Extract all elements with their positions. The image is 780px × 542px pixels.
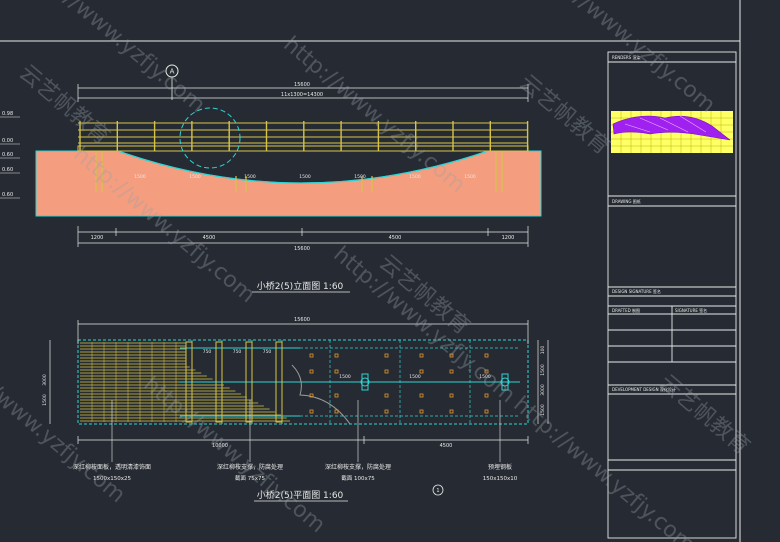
- elev-inner-dim: 1500: [244, 174, 256, 180]
- bolt-mark: [419, 353, 424, 358]
- bolt-mark: [449, 409, 454, 414]
- elev-inner-dim: 1500: [189, 174, 201, 180]
- render-thumbnail: [611, 111, 733, 153]
- bolt-mark: [309, 353, 314, 358]
- bolt-mark: [419, 369, 424, 374]
- plan-bottom-dimensions: 10000 4500: [212, 443, 452, 449]
- bolt-mark: [384, 409, 389, 414]
- tb-label-development: DEVELOPMENT DESIGN 深化设计: [612, 387, 676, 392]
- elevation-title: 小桥2(5)立面图 1:60: [257, 280, 344, 292]
- cad-drawing-canvas: A 15600 11x1300=14300 1500 1500 1500 1500 15…: [0, 0, 780, 542]
- bolt-mark: [484, 353, 489, 358]
- plan-top-dim: 750: [203, 349, 212, 355]
- watermark-text: http://www.yzfjy.com: [279, 32, 470, 198]
- elev-inner-dim: 1500: [299, 174, 311, 180]
- cut-curve: [291, 364, 351, 425]
- bolt-mark: [449, 393, 454, 398]
- plan-right-dim: 3000: [540, 384, 546, 396]
- plan-view: 15600 750 750 750 1500 1500 1500 1500 3000 10…: [42, 317, 549, 482]
- bridge-deck: [77, 145, 529, 152]
- plan-top-dimensions: 750 750 750: [203, 349, 272, 355]
- elev-inner-dim: 1500: [354, 174, 366, 180]
- plan-right-dim: 100: [540, 346, 546, 355]
- drawing-svg: A 15600 11x1300=14300 1500 1500 1500 1500 15…: [0, 0, 754, 542]
- handrail: [78, 122, 528, 144]
- elev-inner-dim: 1500: [409, 174, 421, 180]
- plan-right-dim: 1500: [540, 364, 546, 376]
- bolt-mark: [334, 353, 339, 358]
- elev-dim-bottom: 15600: [294, 246, 310, 252]
- watermark-text: 云艺帆教育: [14, 60, 114, 150]
- watermark-text: http://www.yzfjy.com: [509, 392, 700, 542]
- bolt-mark: [419, 409, 424, 414]
- bottom-dimensions: 1200 4500 4500 1200: [91, 235, 515, 241]
- plan-inner-dim: 1500: [339, 374, 351, 380]
- tb-label-design-signature: DESIGN SIGNATURE 签名: [612, 289, 661, 294]
- level-mark: 0.98: [2, 111, 13, 117]
- bolt-mark: [484, 409, 489, 414]
- plan-section-marker-number: 1: [436, 488, 439, 494]
- annotation-line1: 预埋钢板: [488, 463, 512, 471]
- elev-bottom-dim: 4500: [203, 235, 216, 241]
- tb-label-drafted: DRAFTED 制图: [612, 308, 640, 313]
- elev-bottom-dim: 1200: [502, 235, 515, 241]
- detail-circle: [179, 107, 241, 169]
- tb-label-drawing: DRAWING 图纸: [612, 199, 641, 204]
- bolt-mark: [384, 393, 389, 398]
- annotation-line1: 深红柳桉支撑，防腐处理: [325, 463, 391, 471]
- bolt-mark: [309, 409, 314, 414]
- plan-dim-top: 15600: [294, 317, 310, 323]
- tb-label-renders: RENDERS 渲染: [612, 55, 641, 60]
- bolt-mark: [449, 369, 454, 374]
- level-mark: 0.00: [2, 138, 13, 144]
- bolt-mark: [334, 369, 339, 374]
- plan-left-dim: 3000: [42, 374, 48, 386]
- bolt-mark: [384, 353, 389, 358]
- bolt-mark: [384, 369, 389, 374]
- watermark-text: http://www.yzfjy.com: [329, 242, 520, 408]
- level-marks: 0.98 0.00 0.60 0.60 0.60: [0, 111, 20, 199]
- plan-bottom-dim: 4500: [440, 443, 453, 449]
- plan-top-dim: 750: [233, 349, 242, 355]
- annotation-line2: 截面 100x75: [341, 474, 375, 482]
- watermark-layer: http://www.yzfjy.com http://www.yzfjy.com…: [0, 0, 754, 542]
- watermark-text: 云艺帆教育: [514, 70, 614, 160]
- watermark-text: 云艺帆教育: [654, 370, 754, 460]
- bottom-dimension-lines: [77, 226, 529, 247]
- elev-bottom-dim: 4500: [389, 235, 402, 241]
- elev-dim-top: 15600: [294, 82, 310, 88]
- elev-bottom-dim: 1200: [91, 235, 104, 241]
- elev-inner-dim: 1500: [134, 174, 146, 180]
- plan-inner-dim: 1500: [409, 374, 421, 380]
- bolt-mark: [309, 369, 314, 374]
- bolt-mark: [419, 393, 424, 398]
- tb-label-signature: SIGNATURE 签名: [675, 308, 708, 313]
- level-mark: 0.60: [2, 192, 13, 198]
- annotation-line2: 150x150x10: [483, 476, 518, 482]
- elev-dim-top-sub: 11x1300=14300: [281, 92, 323, 98]
- plan-left-dimensions: 1500 3000: [42, 374, 48, 406]
- level-mark: 0.60: [2, 152, 13, 158]
- plan-top-dim: 750: [263, 349, 272, 355]
- level-mark: 0.60: [2, 167, 13, 173]
- plan-annotations: 深红柳桉面板，透明清漆饰面1500x150x25深红柳桉支撑，防腐处理截面 75…: [73, 463, 518, 482]
- bolt-mark: [334, 393, 339, 398]
- plan-left-dim: 1500: [42, 394, 48, 406]
